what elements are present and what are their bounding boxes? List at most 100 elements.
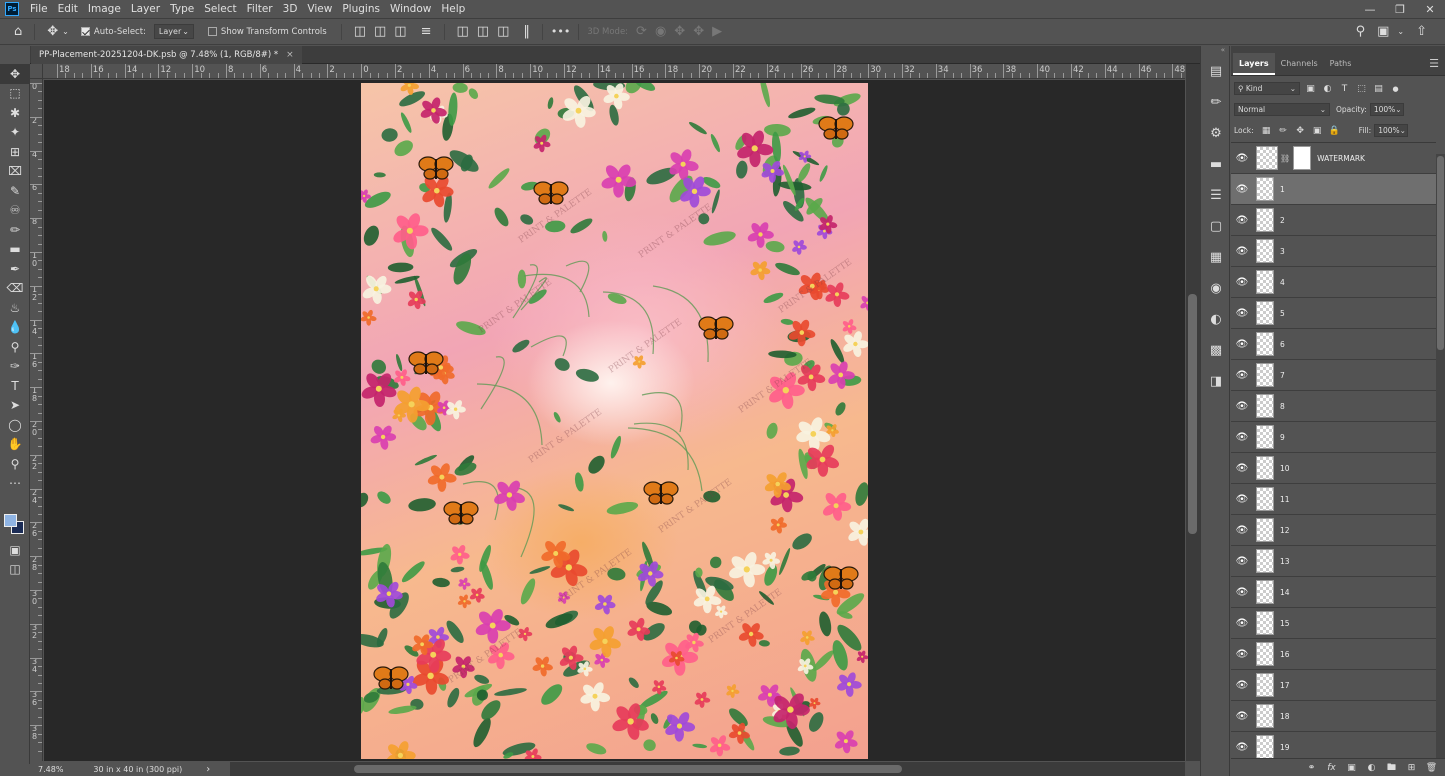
marquee-tool-icon[interactable]: ⬚: [0, 84, 30, 104]
layer-thumbnail[interactable]: [1256, 704, 1274, 728]
filter-shape-icon[interactable]: ⬚: [1355, 82, 1368, 95]
filter-pixel-icon[interactable]: ▣: [1304, 82, 1317, 95]
visibility-eye-icon[interactable]: 👁: [1231, 246, 1253, 257]
tool-preset-chevron-icon[interactable]: ⌄: [62, 27, 69, 36]
visibility-eye-icon[interactable]: 👁: [1231, 463, 1253, 474]
zoom-level[interactable]: 7.48%: [38, 765, 63, 774]
visibility-eye-icon[interactable]: 👁: [1231, 556, 1253, 567]
layer-thumbnail[interactable]: [1256, 487, 1274, 511]
close-tab-icon[interactable]: ×: [286, 50, 294, 60]
menu-layer[interactable]: Layer: [126, 0, 165, 18]
distribute-icon[interactable]: ≡: [421, 24, 432, 39]
visibility-eye-icon[interactable]: 👁: [1231, 339, 1253, 350]
ellipse-tool-icon[interactable]: ◯: [0, 415, 30, 435]
layer-row[interactable]: 👁 7: [1231, 360, 1436, 391]
layer-thumbnail[interactable]: [1256, 673, 1274, 697]
visibility-eye-icon[interactable]: 👁: [1231, 432, 1253, 443]
workspace-chevron-icon[interactable]: ⌄: [1397, 27, 1404, 36]
visibility-eye-icon[interactable]: 👁: [1231, 277, 1253, 288]
visibility-eye-icon[interactable]: 👁: [1231, 742, 1253, 753]
visibility-eye-icon[interactable]: 👁: [1231, 184, 1253, 195]
layer-thumbnail[interactable]: [1256, 425, 1274, 449]
visibility-eye-icon[interactable]: 👁: [1231, 401, 1253, 412]
visibility-eye-icon[interactable]: 👁: [1231, 153, 1253, 164]
layer-row[interactable]: 👁 18: [1231, 701, 1436, 732]
artwork-floral-placement[interactable]: PRINT & PALETTE PRINT & PALETTE PRINT & PA…: [361, 83, 868, 759]
add-mask-icon[interactable]: ▣: [1344, 761, 1359, 775]
quick-select-tool-icon[interactable]: ✦: [0, 123, 30, 143]
healing-brush-tool-icon[interactable]: ♾: [0, 201, 30, 221]
align-bottom-icon[interactable]: ◫: [497, 24, 509, 39]
brush-panel-icon[interactable]: ✏: [1201, 87, 1231, 118]
distribute-vertical-icon[interactable]: ‖: [523, 24, 530, 39]
horizontal-ruler[interactable]: 18 16 14 12 10 8 6 4 2 0 2 4 6 8 10 12 14 16 18 20 22 24 26 28 3…: [43, 64, 1185, 79]
quick-mask-icon[interactable]: ▣: [0, 540, 30, 560]
mask-link-icon[interactable]: ⛓: [1280, 154, 1290, 163]
visibility-eye-icon[interactable]: 👁: [1231, 649, 1253, 660]
paint-bucket-tool-icon[interactable]: ♨: [0, 298, 30, 318]
layer-thumbnail[interactable]: [1256, 301, 1274, 325]
horizontal-scroll-thumb[interactable]: [354, 765, 902, 773]
collapse-dock-icon[interactable]: «: [1201, 46, 1229, 56]
menu-view[interactable]: View: [302, 0, 337, 18]
adjustments-panel-icon[interactable]: ☰: [1201, 180, 1231, 211]
layers-scroll-thumb[interactable]: [1437, 156, 1444, 350]
lock-pixels-icon[interactable]: ✏: [1277, 124, 1290, 137]
clone-source-icon[interactable]: ▬: [1201, 149, 1231, 180]
color-swatches[interactable]: [4, 514, 26, 536]
lasso-tool-icon[interactable]: ✱: [0, 103, 30, 123]
layer-thumbnail[interactable]: [1256, 177, 1274, 201]
new-layer-icon[interactable]: ⊞: [1404, 761, 1419, 775]
link-layers-icon[interactable]: ⚭: [1304, 761, 1319, 775]
filter-kind-dropdown[interactable]: ⚲ Kind ⌄: [1234, 82, 1300, 95]
align-right-icon[interactable]: ◫: [394, 24, 406, 39]
delete-layer-icon[interactable]: 🗑: [1424, 761, 1439, 775]
menu-image[interactable]: Image: [83, 0, 126, 18]
fill-input[interactable]: 100% ⌄: [1374, 124, 1409, 137]
layer-thumbnail[interactable]: [1256, 611, 1274, 635]
layer-row[interactable]: 👁 9: [1231, 422, 1436, 453]
document-tab[interactable]: PP-Placement-20251204-DK.psb @ 7.48% (1,…: [31, 46, 302, 64]
vertical-ruler[interactable]: 02468101214161820222426283032343638: [30, 79, 43, 761]
pen-tool-icon[interactable]: ✑: [0, 357, 30, 377]
layers-scrollbar[interactable]: [1436, 154, 1445, 762]
foreground-color-swatch[interactable]: [4, 514, 17, 527]
layer-thumbnail[interactable]: [1256, 239, 1274, 263]
align-top-icon[interactable]: ◫: [457, 24, 469, 39]
workspace-icon[interactable]: ▣: [1377, 24, 1389, 39]
visibility-eye-icon[interactable]: 👁: [1231, 494, 1253, 505]
visibility-eye-icon[interactable]: 👁: [1231, 680, 1253, 691]
visibility-eye-icon[interactable]: 👁: [1231, 370, 1253, 381]
layer-thumbnail[interactable]: [1256, 394, 1274, 418]
layer-row[interactable]: 👁 4: [1231, 267, 1436, 298]
eraser-tool-icon[interactable]: ⌫: [0, 279, 30, 299]
layer-thumbnail[interactable]: [1256, 208, 1274, 232]
layer-thumbnail[interactable]: [1256, 332, 1274, 356]
move-tool-icon[interactable]: ✥: [0, 64, 30, 84]
filter-adjustment-icon[interactable]: ◐: [1321, 82, 1334, 95]
auto-select-checkbox[interactable]: Auto-Select:: [80, 27, 146, 37]
align-left-icon[interactable]: ◫: [354, 24, 366, 39]
menu-select[interactable]: Select: [199, 0, 241, 18]
close-icon[interactable]: ✕: [1415, 0, 1445, 18]
styles-panel-icon[interactable]: ◨: [1201, 366, 1231, 397]
filter-toggle-icon[interactable]: ●: [1389, 82, 1402, 95]
panel-menu-icon[interactable]: ☰: [1423, 53, 1445, 75]
layer-row[interactable]: 👁 1: [1231, 174, 1436, 205]
restore-icon[interactable]: ❐: [1385, 0, 1415, 18]
layer-thumbnail[interactable]: [1256, 363, 1274, 387]
swatches-panel-icon[interactable]: ▦: [1201, 242, 1231, 273]
blend-mode-dropdown[interactable]: Normal ⌄: [1234, 103, 1330, 116]
layer-row[interactable]: 👁 8: [1231, 391, 1436, 422]
dodge-tool-icon[interactable]: ⚲: [0, 337, 30, 357]
layer-thumbnail[interactable]: [1256, 270, 1274, 294]
more-options-button[interactable]: •••: [551, 25, 570, 38]
layer-row[interactable]: 👁 16: [1231, 639, 1436, 670]
type-tool-icon[interactable]: T: [0, 376, 30, 396]
visibility-eye-icon[interactable]: 👁: [1231, 308, 1253, 319]
lock-position-icon[interactable]: ✥: [1294, 124, 1307, 137]
layer-row[interactable]: 👁 17: [1231, 670, 1436, 701]
hand-tool-icon[interactable]: ✋: [0, 435, 30, 455]
align-middle-icon[interactable]: ◫: [477, 24, 489, 39]
show-transform-controls-checkbox[interactable]: Show Transform Controls: [207, 27, 327, 37]
